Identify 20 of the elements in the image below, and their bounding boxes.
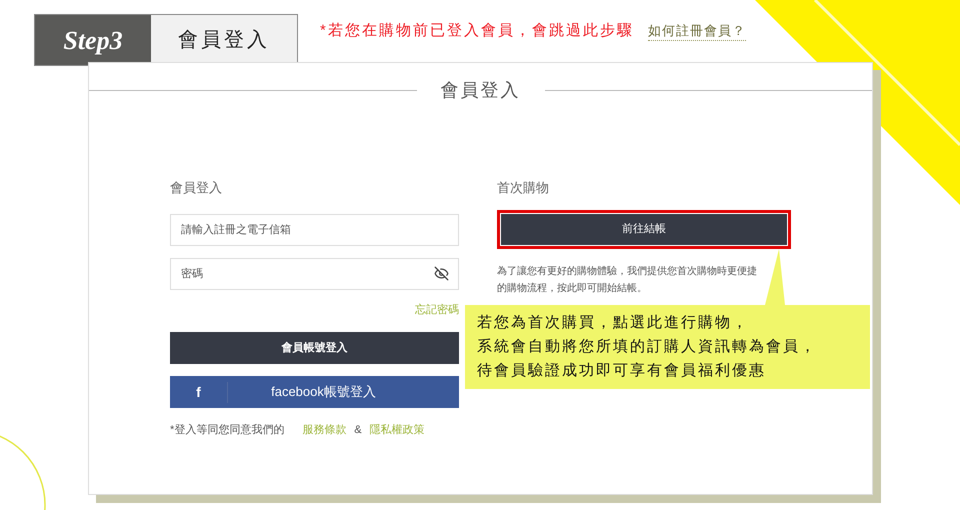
step-badge: Step3 <box>35 15 151 65</box>
callout-line: 系統會自動將您所填的訂購人資訊轉為會員， <box>477 337 818 357</box>
register-link[interactable]: 如何註冊會員？ <box>648 20 746 42</box>
first-purchase-heading: 首次購物 <box>497 179 550 197</box>
eye-off-icon[interactable] <box>434 266 449 280</box>
login-heading: 會員登入 <box>170 179 223 197</box>
facebook-login-button[interactable]: f facebook帳號登入 <box>170 376 459 408</box>
facebook-login-label: facebook帳號登入 <box>270 383 377 402</box>
card-title: 會員登入 <box>440 79 522 102</box>
ampersand: & <box>354 423 362 438</box>
first-purchase-description: 為了讓您有更好的購物體驗，我們提供您首次購物時更便捷的購物流程，按此即可開始結帳。 <box>497 264 758 296</box>
terms-prefix: *登入等同您同意我們的 <box>170 423 284 438</box>
checkout-button[interactable]: 前往結帳 <box>501 214 787 244</box>
step-title: 會員登入 <box>151 15 297 65</box>
email-field[interactable]: 請輸入註冊之電子信箱 <box>170 214 459 246</box>
notice-text: *若您在購物前已登入會員，會跳過此步驟 <box>320 20 634 41</box>
member-login-button[interactable]: 會員帳號登入 <box>170 332 459 364</box>
password-field[interactable]: 密碼 <box>170 258 459 290</box>
callout-line: 若您為首次購買，點選此進行購物， <box>477 313 750 333</box>
callout-line: 待會員驗證成功即可享有會員福利優惠 <box>477 361 767 381</box>
